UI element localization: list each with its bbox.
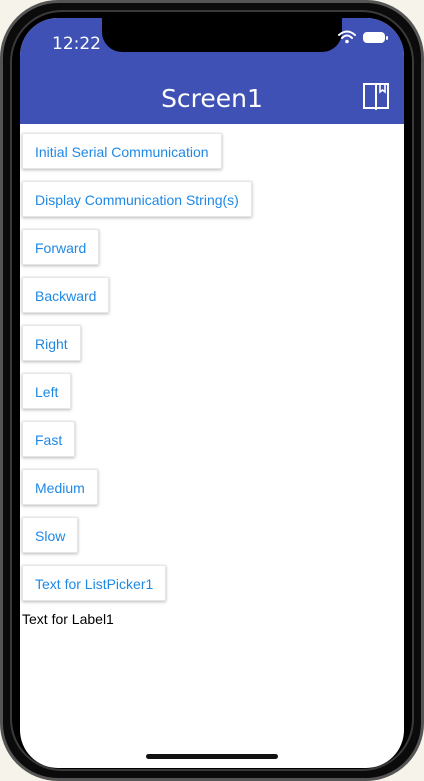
label1: Text for Label1 [22,611,114,627]
initial-serial-communication-button[interactable]: Initial Serial Communication [22,133,222,169]
forward-button[interactable]: Forward [22,229,100,265]
book-icon[interactable] [362,82,390,112]
fast-button[interactable]: Fast [22,421,76,457]
battery-icon [363,32,388,43]
backward-button[interactable]: Backward [22,277,110,313]
listpicker1-button[interactable]: Text for ListPicker1 [22,565,167,601]
right-button[interactable]: Right [22,325,81,361]
medium-button[interactable]: Medium [22,469,98,505]
device-notch [102,18,342,52]
app-screen: 12:22 Screen1 Initial Serial Communicati… [20,18,404,768]
status-time: 12:22 [52,34,101,54]
slow-button[interactable]: Slow [22,517,79,553]
wifi-icon [338,30,356,44]
app-bar: 12:22 Screen1 [20,18,404,124]
display-communication-strings-button[interactable]: Display Communication String(s) [22,181,252,217]
screen-title: Screen1 [161,84,263,113]
home-indicator[interactable] [146,754,278,759]
left-button[interactable]: Left [22,373,72,409]
